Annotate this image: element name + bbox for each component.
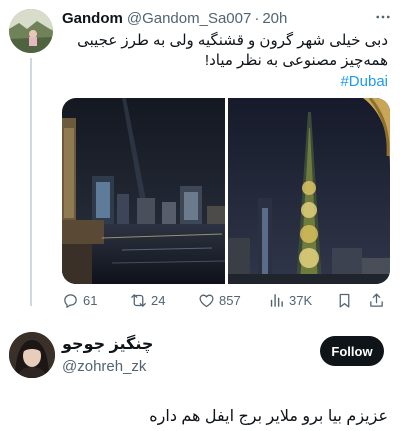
reply-author-handle[interactable]: @zohreh_zk: [62, 358, 146, 375]
like-button[interactable]: 857: [198, 290, 241, 310]
action-bar: 61 24 857 37K: [62, 290, 392, 310]
author-handle[interactable]: @Gandom_Sa007: [127, 10, 251, 27]
more-icon[interactable]: [374, 8, 392, 26]
like-count: 857: [219, 292, 241, 308]
reply-author-avatar[interactable]: [9, 332, 55, 378]
media-photo-creek[interactable]: [62, 98, 225, 284]
separator-dot: ·: [254, 10, 260, 27]
author-name[interactable]: Gandom: [62, 10, 123, 27]
repost-button[interactable]: 24: [130, 290, 165, 310]
author-avatar[interactable]: [9, 9, 53, 53]
media-grid: [62, 98, 390, 284]
views-icon: [270, 293, 283, 307]
reply-icon: [64, 293, 77, 308]
repost-count: 24: [151, 292, 166, 308]
reply-button[interactable]: 61: [62, 290, 97, 310]
tweet-header: Gandom @Gandom_Sa007 · 20h: [62, 10, 287, 30]
views-button[interactable]: 37K: [268, 290, 312, 310]
reply-count: 61: [83, 292, 98, 308]
share-icon: [370, 292, 383, 307]
like-icon: [199, 294, 214, 307]
reply-tweet[interactable]: چنگیز جوجو @zohreh_zk Follow عزیزم بیا ب…: [0, 318, 400, 431]
bookmark-button[interactable]: [336, 290, 357, 310]
timestamp[interactable]: 20h: [262, 10, 287, 27]
bookmark-icon: [339, 293, 350, 308]
reply-text: عزیزم بیا برو ملایر برج ایفل هم داره: [149, 408, 388, 425]
tweet[interactable]: Gandom @Gandom_Sa007 · 20h دبی خیلی شهر …: [0, 0, 400, 318]
tweet-text: دبی خیلی شهر گرون و قشنگیه ولی به طرز عج…: [77, 32, 388, 69]
thread-line: [30, 58, 32, 306]
reply-author-name[interactable]: چنگیز جوجو: [62, 334, 153, 354]
media-photo-burj[interactable]: [227, 98, 391, 284]
hashtag-link[interactable]: #Dubai: [340, 72, 388, 92]
share-button[interactable]: [368, 290, 389, 310]
follow-button[interactable]: Follow: [320, 336, 384, 366]
views-count: 37K: [289, 292, 313, 308]
repost-icon: [131, 293, 146, 307]
